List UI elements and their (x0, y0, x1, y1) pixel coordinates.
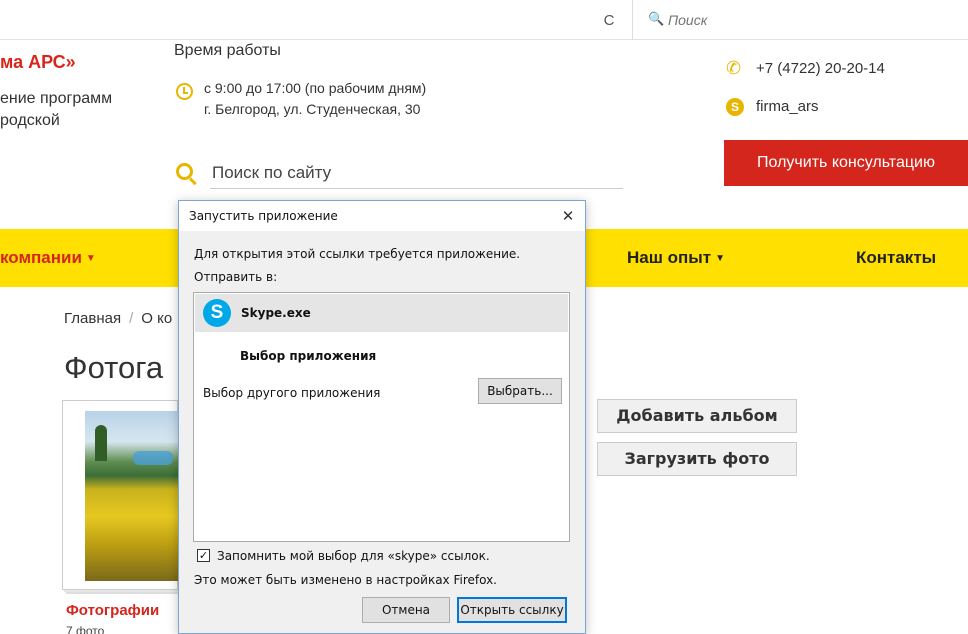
dialog-titlebar[interactable]: Запустить приложение ✕ (179, 201, 585, 231)
album-card[interactable] (62, 400, 179, 590)
dialog-title: Запустить приложение (189, 209, 338, 223)
application-list[interactable]: S Skype.exe Выбор приложения Выбор друго… (193, 292, 570, 542)
upload-photo-button[interactable]: Загрузить фото (597, 442, 797, 476)
launch-application-dialog: Запустить приложение ✕ Для открытия этой… (178, 200, 586, 634)
breadcrumb: Главная / О ко (64, 310, 172, 327)
add-album-button[interactable]: Добавить альбом (597, 399, 797, 433)
company-name[interactable]: ма АРС» (0, 52, 76, 73)
browser-toolbar: C 🔍 (0, 0, 968, 40)
clock-icon (176, 83, 193, 100)
page-title: Фотога (64, 350, 164, 385)
breadcrumb-home[interactable]: Главная (64, 310, 121, 327)
consultation-button[interactable]: Получить консультацию (724, 140, 968, 186)
dialog-message: Для открытия этой ссылки требуется прило… (194, 247, 521, 261)
breadcrumb-separator: / (129, 310, 134, 327)
phone-number[interactable]: +7 (4722) 20-20-14 (756, 60, 885, 77)
browser-search-input[interactable] (668, 8, 948, 32)
search-icon: 🔍 (648, 11, 665, 26)
skype-link[interactable]: firma_ars (756, 98, 819, 115)
work-hours: с 9:00 до 17:00 (по рабочим дням) (204, 80, 427, 96)
choose-application-heading: Выбор приложения (240, 349, 377, 363)
work-hours-title: Время работы (174, 42, 281, 59)
nav-item-experience-label: Наш опыт (627, 248, 712, 267)
nav-item-experience[interactable]: Наш опыт ▼ (627, 229, 725, 287)
list-item-skype[interactable]: S Skype.exe (195, 294, 568, 332)
close-icon[interactable]: ✕ (557, 205, 579, 227)
remember-label[interactable]: Запомнить мой выбор для «skype» ссылок. (217, 549, 490, 563)
phone-icon: ✆ (726, 58, 742, 78)
album-name[interactable]: Фотографии (66, 602, 159, 619)
chevron-down-icon: ▼ (85, 253, 96, 264)
company-tagline-line-1: ение программ (0, 90, 113, 107)
nav-item-company-label: компании (0, 248, 82, 267)
send-to-label: Отправить в: (194, 270, 278, 284)
cancel-button[interactable]: Отмена (362, 597, 450, 623)
breadcrumb-current[interactable]: О ко (141, 310, 172, 327)
company-tagline-line-2: родской (0, 112, 60, 129)
site-search-icon[interactable] (176, 163, 193, 180)
choose-button[interactable]: Выбрать... (478, 378, 562, 404)
album-cover-image[interactable] (85, 411, 179, 581)
toolbar-divider (632, 0, 633, 40)
browser-search-box[interactable]: 🔍 (640, 6, 968, 34)
nav-item-company[interactable]: компании ▼ (0, 229, 96, 287)
open-link-button[interactable]: Открыть ссылку (457, 597, 567, 623)
other-application-label: Выбор другого приложения (203, 386, 381, 400)
album-photo-count: 7 фото (66, 624, 105, 634)
reload-icon[interactable]: C (598, 10, 620, 32)
site-search-input[interactable]: Поиск по сайту (210, 160, 623, 189)
remember-checkbox[interactable]: ✓ (197, 549, 210, 562)
skype-icon: S (203, 299, 231, 327)
nav-item-contacts[interactable]: Контакты (856, 229, 936, 287)
skype-app-name: Skype.exe (241, 306, 311, 320)
address: г. Белгород, ул. Студенческая, 30 (204, 101, 421, 117)
skype-icon: S (726, 98, 744, 116)
settings-note: Это может быть изменено в настройках Fir… (194, 573, 497, 587)
chevron-down-icon: ▼ (715, 253, 726, 264)
